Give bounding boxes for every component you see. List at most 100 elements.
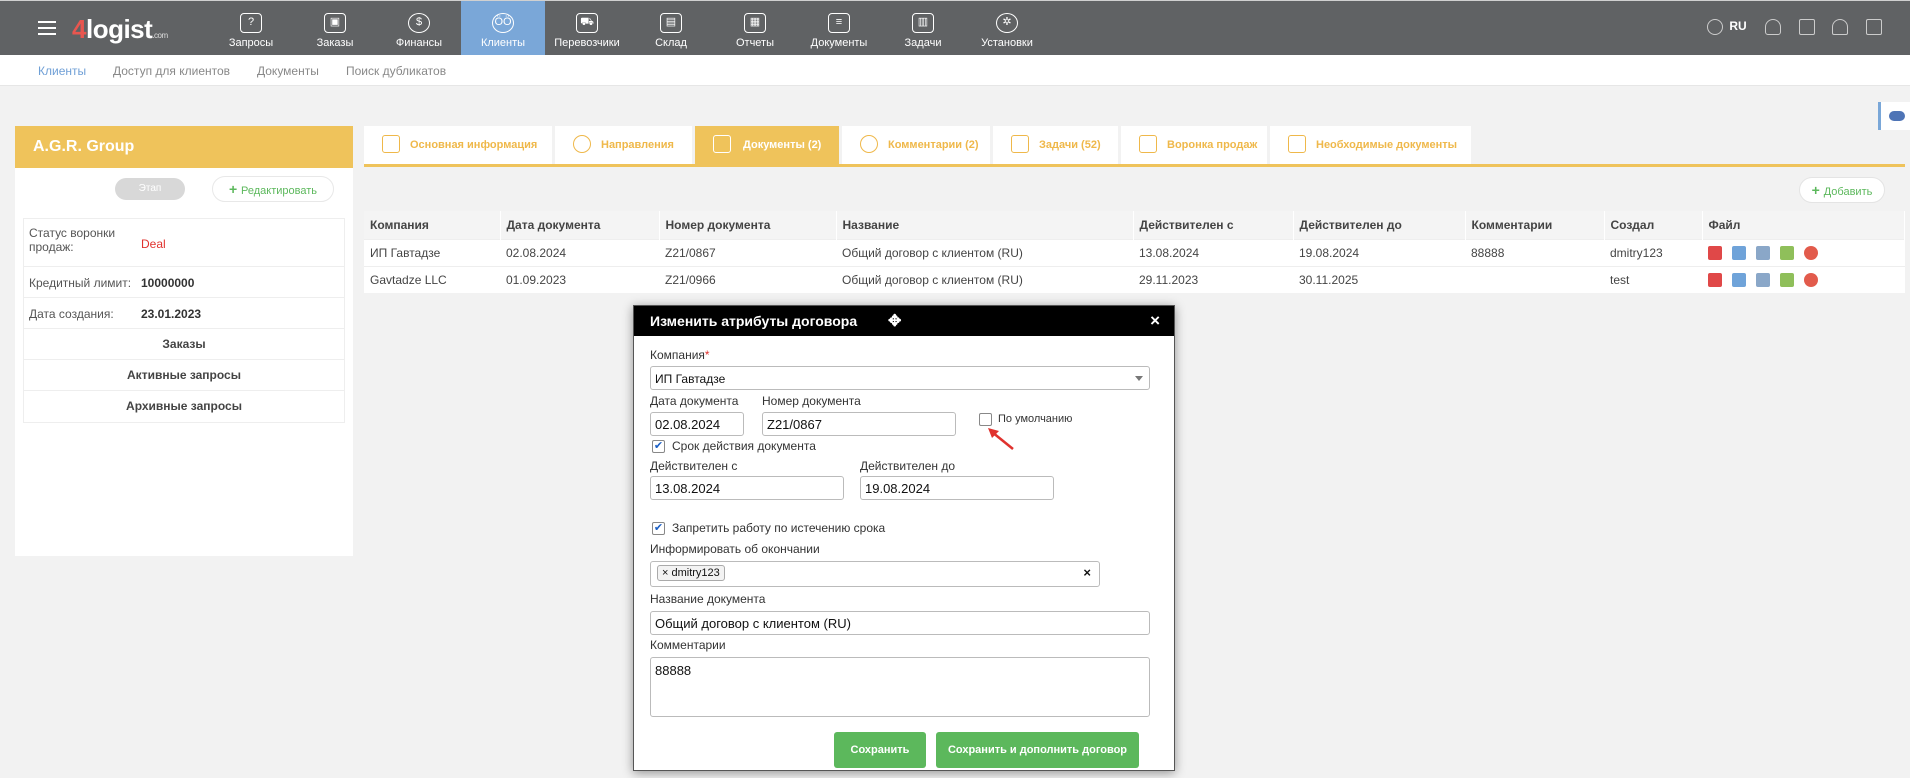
- inform-select[interactable]: × dmitry123 ×: [650, 561, 1100, 587]
- tab-main-info[interactable]: Основная информация: [364, 126, 552, 164]
- top-navigation-bar: 4logist.com ? Запросы ▣ Заказы $ Финансы ÖÖ…: [0, 0, 1910, 56]
- col-doc-date[interactable]: Дата документа: [500, 211, 660, 239]
- nav-clients[interactable]: ÖÖ Клиенты: [461, 1, 545, 56]
- annotation-arrow: [988, 428, 1014, 450]
- menu-icon[interactable]: [38, 21, 56, 35]
- tab-required-documents[interactable]: Необходимые документы: [1270, 126, 1471, 164]
- edit-button[interactable]: + Редактировать: [212, 176, 334, 202]
- default-checkbox[interactable]: [979, 413, 992, 426]
- forbid-checkbox[interactable]: ✔: [652, 522, 665, 535]
- calculator-icon: ▦: [744, 13, 766, 33]
- delete-icon[interactable]: [1804, 273, 1818, 288]
- inform-label: Информировать об окончании: [650, 542, 820, 556]
- nav-settings[interactable]: ✲ Установки: [965, 1, 1049, 56]
- subnav-clients[interactable]: Клиенты: [38, 64, 86, 78]
- col-valid-from[interactable]: Действителен с: [1133, 211, 1294, 239]
- tab-sales-funnel[interactable]: Воронка продаж: [1121, 126, 1267, 164]
- language-selector[interactable]: RU: [1707, 19, 1747, 39]
- valid-from-label: Действителен с: [650, 459, 738, 473]
- company-label: Компания*: [650, 348, 710, 362]
- stage-button[interactable]: Этап: [115, 178, 185, 200]
- col-file: Файл: [1702, 211, 1905, 239]
- doc-date-label: Дата документа: [650, 394, 739, 408]
- user-icon[interactable]: [1765, 19, 1781, 39]
- doc-number-label: Номер документа: [762, 394, 861, 408]
- section-archived-requests[interactable]: Архивные запросы: [24, 391, 344, 422]
- doc-number-input[interactable]: Z21/0867: [762, 412, 956, 436]
- docname-input[interactable]: Общий договор с клиентом (RU): [650, 611, 1150, 635]
- edit-icon[interactable]: [1756, 245, 1770, 260]
- col-comments[interactable]: Комментарии: [1465, 211, 1605, 239]
- nav-requests[interactable]: ? Запросы: [209, 1, 293, 56]
- tab-tasks[interactable]: Задачи (52): [993, 126, 1118, 164]
- nav-documents[interactable]: ≡ Документы: [797, 1, 881, 56]
- status-row: Статус воронки продаж: Deal: [24, 219, 344, 267]
- image-icon[interactable]: [1780, 273, 1794, 288]
- comments-textarea[interactable]: 88888: [650, 657, 1150, 717]
- app-logo[interactable]: 4logist.com: [72, 14, 168, 45]
- pdf-icon[interactable]: [1708, 245, 1722, 260]
- chat-icon: [573, 135, 591, 153]
- section-active-requests[interactable]: Активные запросы: [24, 360, 344, 391]
- status-value: Deal: [141, 237, 166, 251]
- nav-tasks[interactable]: ▥ Задачи: [881, 1, 965, 56]
- bookmark-icon[interactable]: [1799, 19, 1815, 39]
- company-select[interactable]: ИП Гавтадзе: [650, 366, 1150, 390]
- bell-icon[interactable]: [1832, 19, 1848, 39]
- gear-icon: ✲: [996, 13, 1018, 33]
- subnav-documents[interactable]: Документы: [257, 64, 319, 78]
- save-and-extend-button[interactable]: Сохранить и дополнить договор: [936, 732, 1139, 768]
- image-icon[interactable]: [1780, 245, 1794, 260]
- document-icon: ≡: [828, 13, 850, 33]
- validity-label: Срок действия документа: [672, 439, 816, 453]
- warehouse-icon: ▤: [660, 13, 682, 33]
- calendar-icon: [1011, 135, 1029, 153]
- close-icon[interactable]: ×: [1150, 311, 1160, 331]
- email-icon[interactable]: [1732, 245, 1746, 260]
- users-icon: ÖÖ: [492, 13, 514, 33]
- client-tabs: Основная информация Направления Документ…: [364, 126, 1905, 167]
- add-document-button[interactable]: + Добавить: [1799, 177, 1885, 203]
- delete-icon[interactable]: [1804, 245, 1818, 260]
- move-icon[interactable]: ✥: [888, 311, 901, 331]
- table-header-row: Компания Дата документа Номер документа …: [364, 211, 1905, 239]
- dialog-header[interactable]: Изменить атрибуты договора ✥ ×: [634, 306, 1174, 336]
- tab-icon: [382, 135, 400, 153]
- document-icon: [713, 135, 731, 153]
- clear-icon[interactable]: ×: [1083, 565, 1091, 580]
- validity-checkbox[interactable]: ✔: [652, 440, 665, 453]
- col-doc-number[interactable]: Номер документа: [659, 211, 837, 239]
- col-name[interactable]: Название: [836, 211, 1134, 239]
- documents-table: Компания Дата документа Номер документа …: [364, 211, 1905, 293]
- valid-to-input[interactable]: 19.08.2024: [860, 476, 1054, 500]
- tab-documents[interactable]: Документы (2): [695, 126, 839, 164]
- section-orders[interactable]: Заказы: [24, 329, 344, 360]
- tab-comments[interactable]: Комментарии (2): [842, 126, 990, 164]
- email-icon[interactable]: [1732, 273, 1746, 288]
- subnav-find-duplicates[interactable]: Поиск дубликатов: [346, 64, 446, 78]
- client-card: A.G.R. Group Этап + Редактировать Статус…: [15, 126, 353, 556]
- tab-directions[interactable]: Направления: [555, 126, 692, 164]
- docname-label: Название документа: [650, 592, 766, 606]
- chat-icon: ?: [240, 13, 262, 33]
- edit-icon[interactable]: [1756, 273, 1770, 288]
- forbid-label: Запретить работу по истечению срока: [672, 521, 886, 535]
- logout-icon[interactable]: [1866, 19, 1882, 39]
- col-company[interactable]: Компания: [364, 211, 501, 239]
- nav-reports[interactable]: ▦ Отчеты: [713, 1, 797, 56]
- client-name: A.G.R. Group: [15, 126, 353, 168]
- truck-icon: ⛟: [576, 13, 598, 33]
- save-button[interactable]: Сохранить: [834, 732, 926, 768]
- subnav-client-access[interactable]: Доступ для клиентов: [113, 64, 230, 78]
- col-valid-to[interactable]: Действителен до: [1293, 211, 1466, 239]
- col-created-by[interactable]: Создал: [1604, 211, 1703, 239]
- doc-date-input[interactable]: 02.08.2024: [650, 412, 744, 436]
- nav-warehouse[interactable]: ▤ Склад: [629, 1, 713, 56]
- table-row[interactable]: Gavtadze LLC 01.09.2023 Z21/0966 Общий д…: [364, 265, 1905, 293]
- table-row[interactable]: ИП Гавтадзе 02.08.2024 Z21/0867 Общий до…: [364, 238, 1905, 266]
- nav-carriers[interactable]: ⛟ Перевозчики: [545, 1, 629, 56]
- valid-from-input[interactable]: 13.08.2024: [650, 476, 844, 500]
- pdf-icon[interactable]: [1708, 273, 1722, 288]
- nav-orders[interactable]: ▣ Заказы: [293, 1, 377, 56]
- nav-finance[interactable]: $ Финансы: [377, 1, 461, 56]
